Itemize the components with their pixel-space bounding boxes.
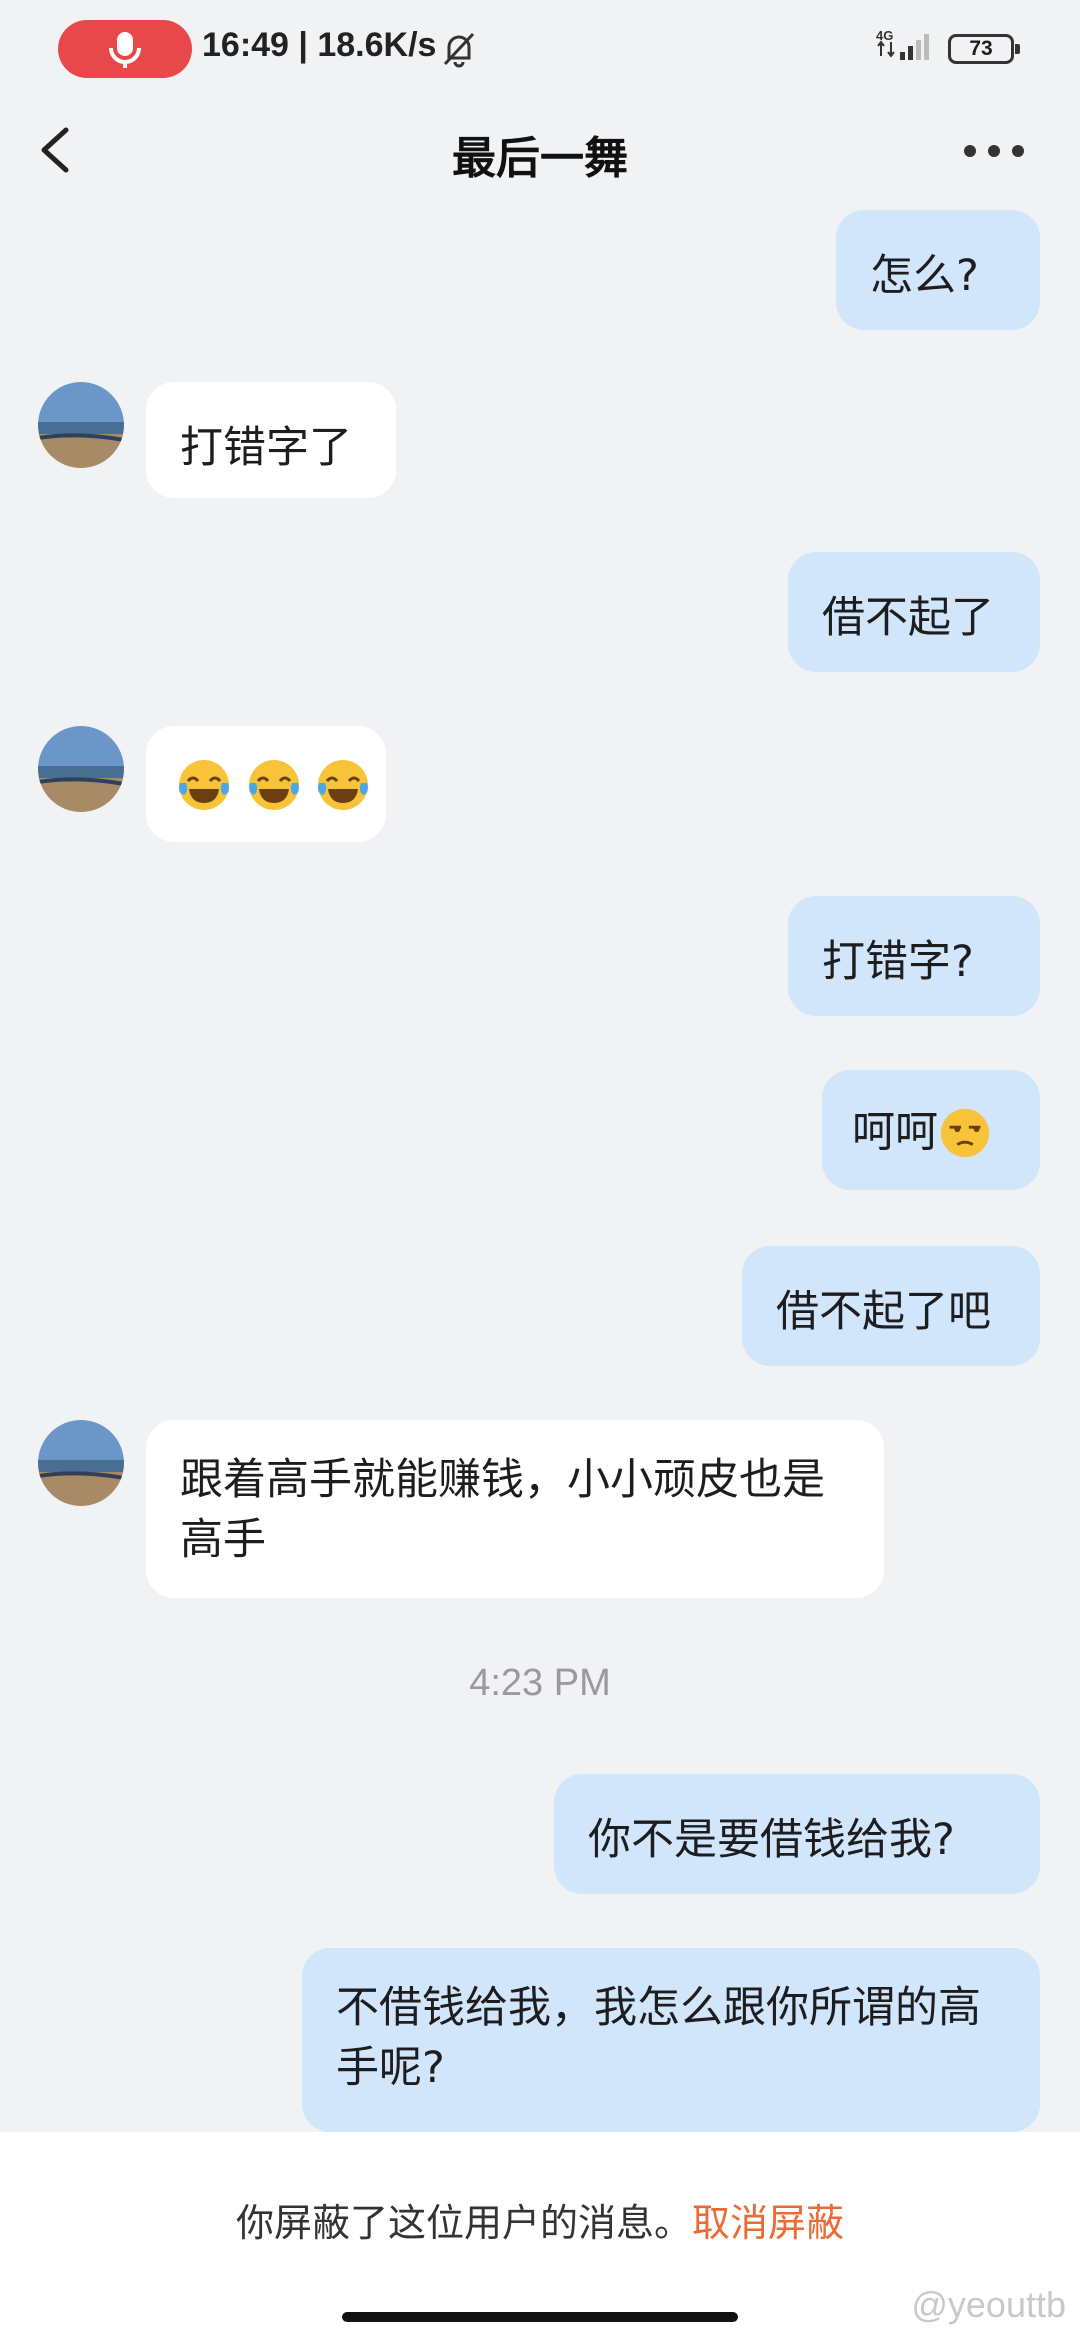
avatar-image [38,382,124,468]
chat-header: 最后一舞 [0,100,1080,200]
my-message-bubble[interactable]: 借不起了吧 [742,1246,1040,1366]
avatar-image [38,726,124,812]
blocked-text: 你屏蔽了这位用户的消息。 [235,2201,692,2245]
network-label: 4G [876,28,893,43]
status-time: 16:49 | 18.6K/s [202,26,437,64]
contact-avatar[interactable] [38,1420,124,1506]
my-message-bubble[interactable]: 借不起了 [788,552,1040,672]
their-message-bubble[interactable]: 打错字了 [146,382,396,498]
mic-icon [109,32,141,68]
my-message-bubble[interactable]: 呵呵 [822,1070,1040,1190]
blocked-notice: 你屏蔽了这位用户的消息。取消屏蔽 [0,2192,1080,2247]
contact-avatar[interactable] [38,726,124,812]
bell-off-icon [443,32,475,68]
contact-avatar[interactable] [38,382,124,468]
message-text: 借不起了吧 [776,1287,991,1337]
message-text: 不借钱给我，我怎么跟你所谓的高手呢? [336,1983,981,2093]
message-text: 你不是要借钱给我? [588,1815,955,1865]
message-text: 打错字? [822,937,974,987]
status-bar: 16:49 | 18.6K/s 4G 73 [0,0,1080,100]
blocked-footer: 你屏蔽了这位用户的消息。取消屏蔽 @yeouttb [0,2132,1080,2340]
battery-icon: 73 [948,34,1020,64]
more-dots-icon [964,145,1024,157]
message-text: 怎么? [870,251,979,301]
avatar-image [38,1420,124,1506]
message-timestamp: 4:23 PM [469,1662,611,1704]
unblock-link[interactable]: 取消屏蔽 [692,2201,844,2245]
my-message-bubble[interactable]: 打错字? [788,896,1040,1016]
their-message-bubble[interactable]: 跟着高手就能赚钱，小小顽皮也是高手 [146,1420,884,1598]
home-indicator[interactable] [342,2312,738,2322]
my-message-bubble[interactable]: 你不是要借钱给我? [554,1774,1040,1894]
signal-icon: 4G [876,28,929,60]
tears-of-joy-emoji-icon [318,759,369,810]
message-text: 呵呵 [852,1107,938,1158]
their-message-bubble[interactable] [146,726,386,842]
chat-title: 最后一舞 [452,133,628,184]
my-message-bubble[interactable]: 怎么? [836,210,1040,330]
message-text: 跟着高手就能赚钱，小小顽皮也是高手 [180,1455,825,1565]
recording-indicator[interactable] [58,20,192,78]
tears-of-joy-emoji-icon [248,759,299,810]
watermark: @yeouttb [911,2284,1066,2325]
more-options-button[interactable] [958,128,1034,174]
tears-of-joy-emoji-icon [179,759,229,810]
message-text: 打错字了 [180,423,352,473]
message-list[interactable]: 怎么? 打错字了 借不起了 打错字? 呵呵 借不起了吧 跟着高手就能赚钱，小小顽… [0,200,1080,2132]
unamused-emoji-icon [940,1108,990,1157]
message-text: 借不起了 [822,593,994,643]
my-message-bubble[interactable]: 不借钱给我，我怎么跟你所谓的高手呢? [302,1948,1040,2132]
